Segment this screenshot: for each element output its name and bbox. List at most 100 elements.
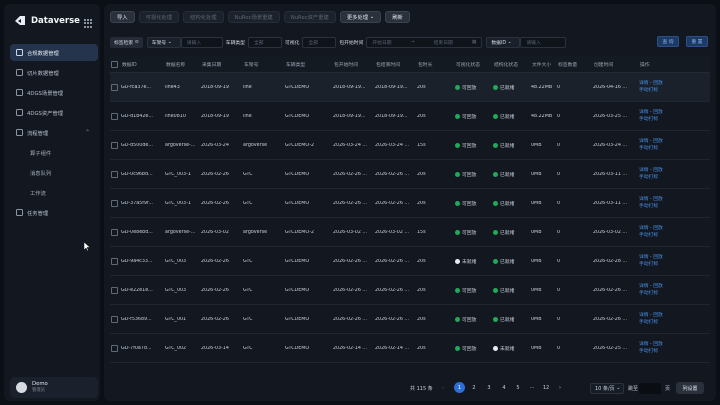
manual-tag-link[interactable]: 手动打标 bbox=[639, 319, 677, 326]
replay-link[interactable]: 回放 bbox=[653, 313, 663, 318]
start-date-input[interactable]: 开始日期 bbox=[372, 39, 391, 46]
page-size-select[interactable]: 10 条/页 ⌄ bbox=[590, 382, 624, 394]
sidebar-item-compliance-data[interactable]: 合规数据管理 bbox=[10, 44, 98, 61]
column-settings-button[interactable]: 列设置 bbox=[676, 382, 704, 394]
detail-link[interactable]: 详情 bbox=[639, 81, 649, 86]
row-checkbox[interactable] bbox=[111, 199, 118, 207]
page-button[interactable]: 2 bbox=[469, 382, 479, 393]
replay-link[interactable]: 回放 bbox=[653, 168, 663, 173]
manual-tag-link[interactable]: 手动打标 bbox=[639, 116, 677, 123]
replay-link[interactable]: 回放 bbox=[653, 255, 663, 260]
table-row[interactable]: GD-e22e1e... GTC_003 2026-02-26 GTC GTCDEMO 2… bbox=[110, 276, 710, 305]
refresh-button[interactable]: 刷新 bbox=[385, 11, 410, 23]
nurec-asset-button[interactable]: NuRec资产重建 bbox=[283, 11, 336, 23]
visual-process-button[interactable]: 可视化处理 bbox=[138, 11, 180, 23]
model-select[interactable]: 车架号 ⌄ bbox=[146, 37, 181, 48]
reset-button[interactable]: 重 置 bbox=[686, 36, 708, 47]
sidebar-subitem-operators[interactable]: 算子组件 bbox=[10, 144, 98, 161]
model-input[interactable]: 请输入 bbox=[180, 37, 223, 48]
manual-tag-link[interactable]: 手动打标 bbox=[639, 174, 677, 181]
replay-link[interactable]: 回放 bbox=[653, 226, 663, 231]
detail-link[interactable]: 详情 bbox=[639, 139, 649, 144]
row-checkbox[interactable] bbox=[111, 344, 118, 352]
row-checkbox[interactable] bbox=[111, 141, 118, 149]
import-button[interactable]: 导入 bbox=[110, 11, 135, 23]
table-row[interactable]: GD-9a4c33... GTC_003 2026-02-26 GTC GTCDEMO 2… bbox=[110, 247, 710, 276]
sidebar-item-4dgs-scene[interactable]: 4DGS场景管理 bbox=[10, 84, 98, 101]
replay-link[interactable]: 回放 bbox=[653, 110, 663, 115]
replay-link[interactable]: 回放 bbox=[653, 139, 663, 144]
manual-tag-link[interactable]: 手动打标 bbox=[639, 261, 677, 268]
manual-tag-link[interactable]: 手动打标 bbox=[639, 203, 677, 210]
user-card[interactable]: Demo 管理员 bbox=[10, 377, 98, 398]
query-button[interactable]: 查 询 bbox=[657, 36, 679, 47]
manual-tag-link[interactable]: 手动打标 bbox=[639, 145, 677, 152]
manual-tag-link[interactable]: 手动打标 bbox=[639, 290, 677, 297]
row-checkbox[interactable] bbox=[111, 83, 118, 91]
table-row[interactable]: GD-d500de... argoverse-... 2026-03-24 argov… bbox=[110, 131, 710, 160]
detail-link[interactable]: 详情 bbox=[639, 226, 649, 231]
vehicle-type-select[interactable]: 全部 bbox=[247, 37, 282, 48]
sidebar-item-4dgs-asset[interactable]: 4DGS资产管理 bbox=[10, 104, 98, 121]
jump-input[interactable] bbox=[639, 382, 661, 394]
page-ellipsis[interactable]: ··· bbox=[527, 382, 537, 393]
table-cell: 0MB bbox=[531, 142, 542, 148]
detail-link[interactable]: 详情 bbox=[639, 255, 649, 260]
prev-page-icon[interactable]: ‹ bbox=[438, 382, 448, 393]
visual-select[interactable]: 全部 bbox=[302, 37, 337, 48]
sidebar-subitem-workflow[interactable]: 工作流 bbox=[10, 184, 98, 201]
detail-link[interactable]: 详情 bbox=[639, 197, 649, 202]
replay-link[interactable]: 回放 bbox=[653, 81, 663, 86]
detail-link[interactable]: 详情 bbox=[639, 168, 649, 173]
date-range-picker[interactable]: 开始日期 → 结束日期 ▦ bbox=[366, 37, 483, 48]
table-row[interactable]: GD-fca37e... line43 2018-09-19 line GTCDEMO 2… bbox=[110, 73, 710, 102]
page-button[interactable]: 4 bbox=[499, 382, 509, 393]
table-row[interactable]: GD-0c96bd... GTC_003-1 2026-02-26 GTC GTCDEM… bbox=[110, 160, 710, 189]
page-button[interactable]: 1 bbox=[454, 382, 465, 393]
sidebar-item-tasks[interactable]: 任务管理 bbox=[10, 204, 98, 221]
row-checkbox[interactable] bbox=[111, 112, 118, 120]
page-button[interactable]: 5 bbox=[513, 382, 523, 393]
table-row[interactable]: GD-d1b42e... line0810 2018-09-19 line GTCDEM… bbox=[110, 102, 710, 131]
manual-tag-link[interactable]: 手动打标 bbox=[639, 87, 677, 94]
row-checkbox[interactable] bbox=[111, 315, 118, 323]
tag-search-button[interactable]: 标签检索 ⊙ bbox=[110, 37, 143, 48]
sidebar-item-flow[interactable]: 流程管理 ⌃ bbox=[10, 124, 98, 141]
select-all-checkbox[interactable] bbox=[111, 60, 118, 68]
sidebar-item-slice-data[interactable]: 切片数据管理 bbox=[10, 64, 98, 81]
detail-link[interactable]: 详情 bbox=[639, 342, 649, 347]
id-select[interactable]: 数据ID ⌄ bbox=[486, 37, 521, 48]
apps-grid-icon[interactable] bbox=[84, 19, 93, 28]
brand[interactable]: Dataverse bbox=[14, 15, 80, 26]
end-date-input[interactable]: 结束日期 bbox=[434, 39, 453, 46]
manual-tag-link[interactable]: 手动打标 bbox=[639, 232, 677, 239]
next-page-icon[interactable]: › bbox=[555, 382, 565, 393]
struct-process-button[interactable]: 结构化处理 bbox=[183, 11, 224, 23]
table-cell: GTCDEMO-2 bbox=[285, 229, 315, 235]
replay-link[interactable]: 回放 bbox=[653, 342, 663, 347]
detail-link[interactable]: 详情 bbox=[639, 110, 649, 115]
table-cell: line0810 bbox=[165, 113, 186, 119]
page-button[interactable]: 12 bbox=[541, 382, 551, 393]
detail-link[interactable]: 详情 bbox=[639, 313, 649, 318]
row-checkbox[interactable] bbox=[111, 286, 118, 294]
table-cell: argoverse-... bbox=[165, 142, 196, 148]
sidebar-subitem-queue[interactable]: 消息队列 bbox=[10, 164, 98, 181]
row-checkbox[interactable] bbox=[111, 257, 118, 265]
replay-link[interactable]: 回放 bbox=[653, 197, 663, 202]
replay-link[interactable]: 回放 bbox=[653, 284, 663, 289]
detail-link[interactable]: 详情 bbox=[639, 284, 649, 289]
table-row[interactable]: GD-37a5f9f... GTC_003-1 2026-02-26 GTC GTCDE… bbox=[110, 189, 710, 218]
id-input[interactable]: 请输入 bbox=[520, 37, 567, 48]
column-header: 标签数量 bbox=[558, 62, 578, 68]
page-button[interactable]: 3 bbox=[484, 382, 494, 393]
manual-tag-link[interactable]: 手动打标 bbox=[639, 348, 677, 355]
row-checkbox[interactable] bbox=[111, 228, 118, 236]
status-text: 可回放 bbox=[462, 230, 477, 236]
table-row[interactable]: GD-7f0a7d... GTC_002 2026-03-14 GTC GTCDEMO 2… bbox=[110, 334, 710, 363]
table-row[interactable]: GD-f53689... GTC_001 2026-02-26 GTC GTCDEMO 2… bbox=[110, 305, 710, 334]
table-row[interactable]: GD-0e8ebd... argoverse-... 2026-03-02 argov… bbox=[110, 218, 710, 247]
more-process-button[interactable]: 更多处理 ⌄ bbox=[339, 11, 382, 23]
row-checkbox[interactable] bbox=[111, 170, 118, 178]
nurec-scene-button[interactable]: NuRec场景重建 bbox=[227, 11, 280, 23]
